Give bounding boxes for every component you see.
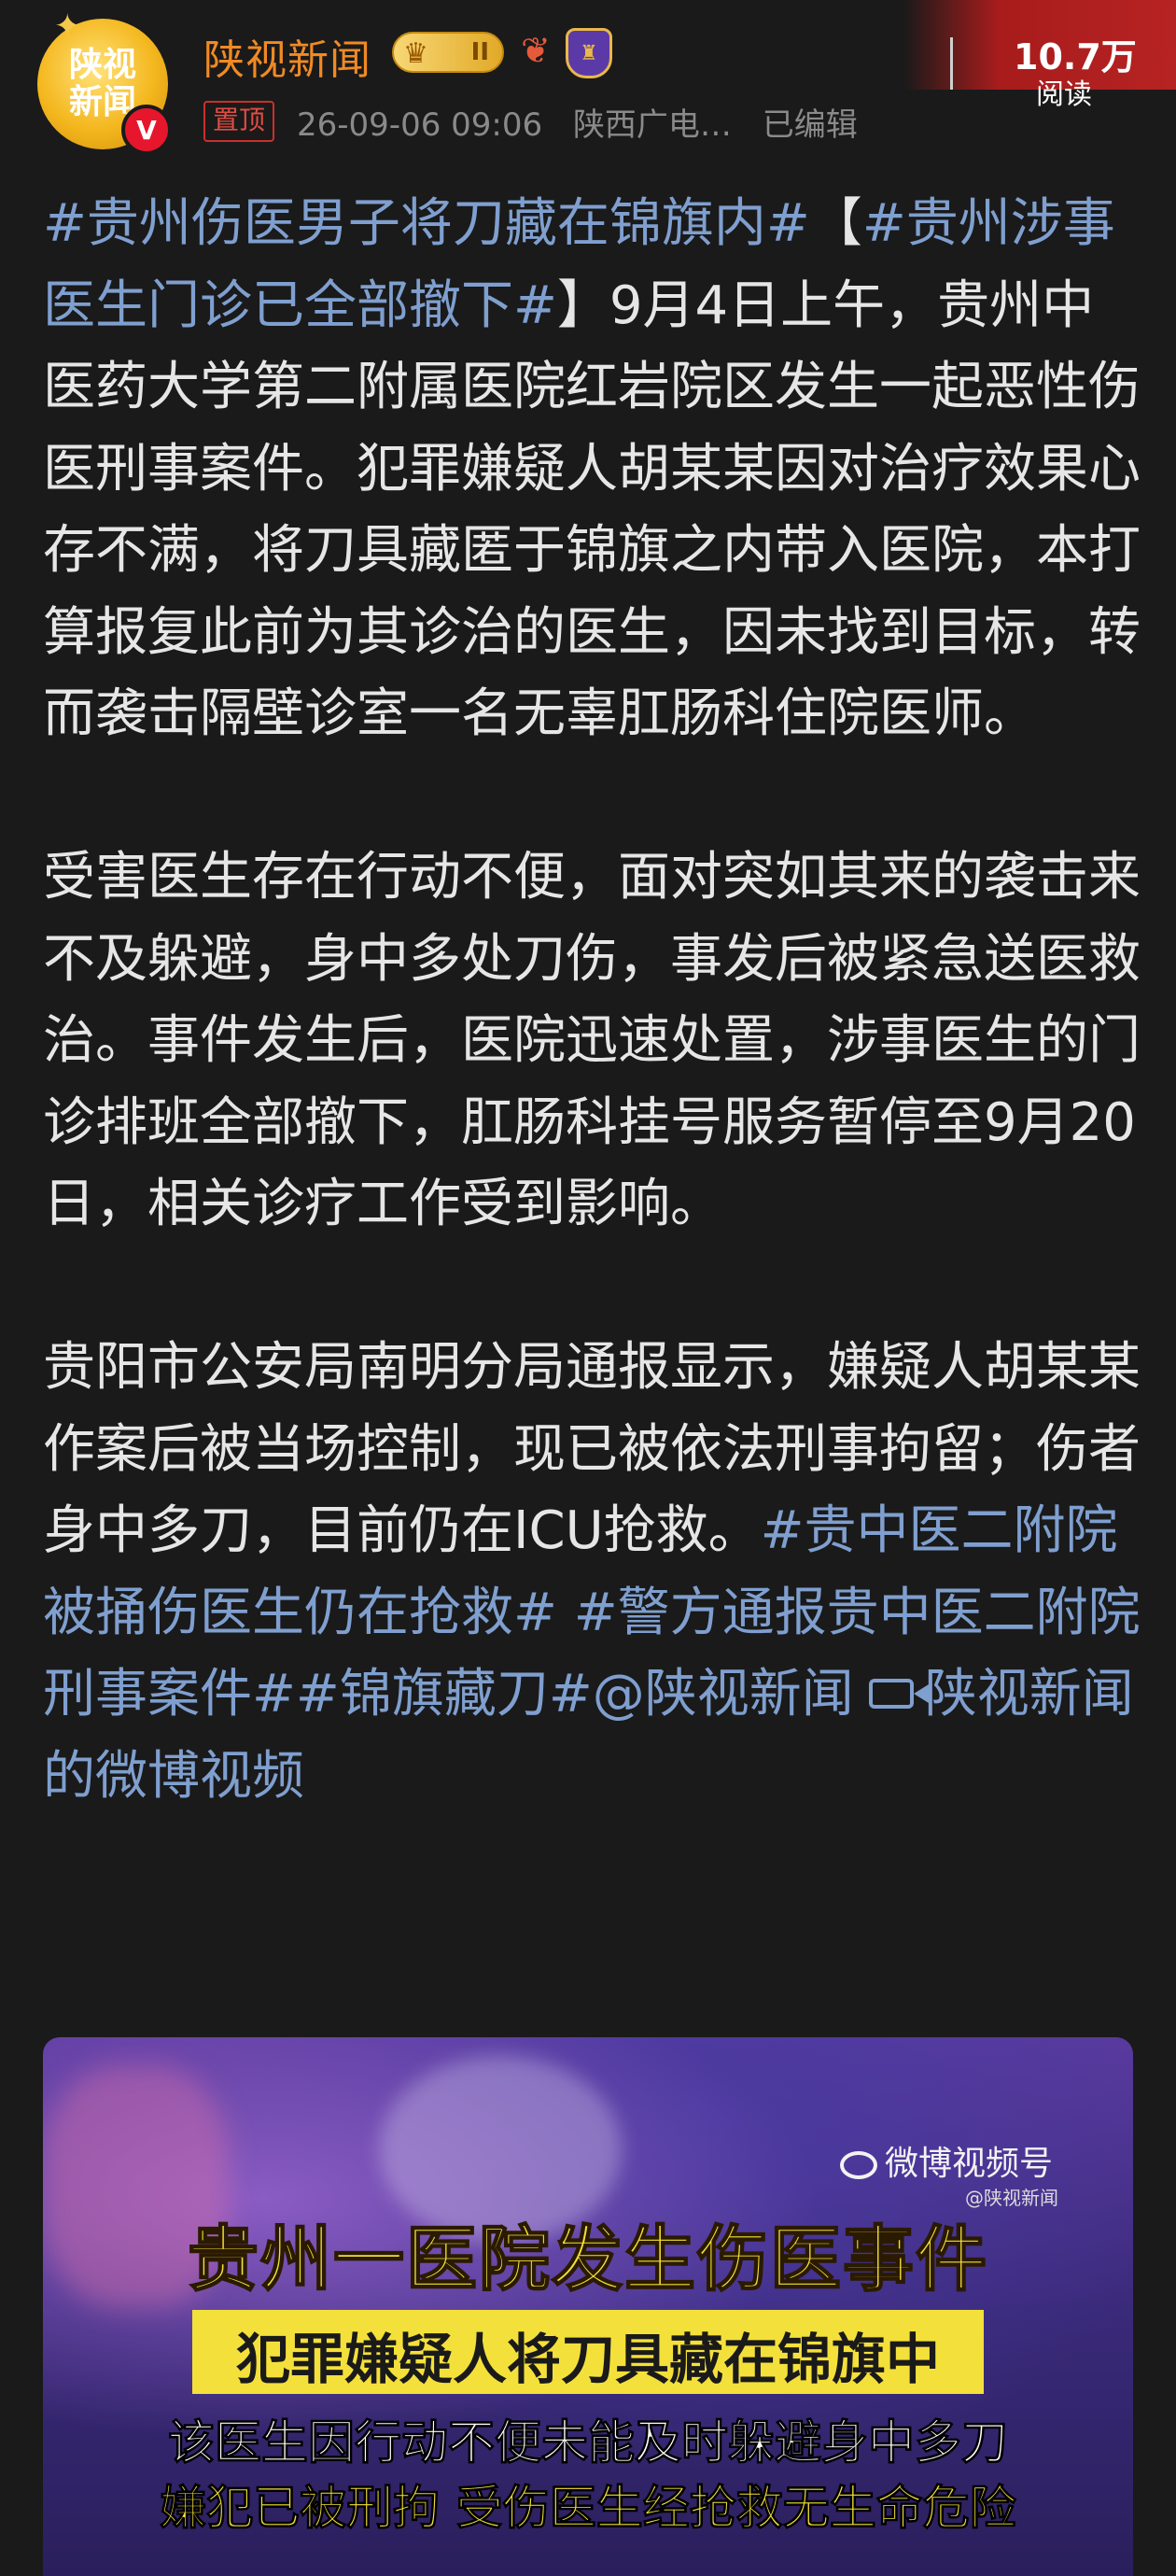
weibo-video-logo: 微博视频号 <box>840 2136 1053 2185</box>
paragraph-2: 受害医生存在行动不便，面对突如其来的袭击来不及躲避，身中多处刀伤，事发后被紧急送… <box>43 837 1144 1246</box>
video-player[interactable]: 微博视频号 @陕视新闻 贵州一医院发生伤医事件 犯罪嫌疑人将刀具藏在锦旗中 该医… <box>43 2037 1133 2576</box>
verified-icon: V <box>121 105 172 155</box>
fire-badge-icon[interactable]: ❦ <box>521 30 551 71</box>
platform-label: 微博视频号 <box>885 2145 1054 2183</box>
video-band: 犯罪嫌疑人将刀具藏在锦旗中 <box>192 2310 984 2394</box>
paragraph-1-text: 9月4日上午，贵州中医药大学第二附属医院红岩院区发生一起恶性伤医刑事案件。犯罪嫌… <box>43 274 1141 745</box>
username[interactable]: 陕视新闻 <box>203 26 371 86</box>
timestamp: 26-09-06 09:06 <box>297 106 543 144</box>
bracket-open: 【 <box>809 193 862 254</box>
level-badge-label: II <box>470 38 489 66</box>
video-title: 贵州一医院发生伤医事件 <box>187 2217 988 2302</box>
avatar-text-line1: 陕视 <box>68 46 136 84</box>
hashtag-link[interactable]: #贵州伤医男子将刀藏在锦旗内# <box>43 193 810 254</box>
crown-icon: ♛ <box>403 37 428 70</box>
paragraph-1: #贵州伤医男子将刀藏在锦旗内#【#贵州涉事医生门诊已全部撤下#】9月4日上午，贵… <box>43 183 1144 755</box>
read-label: 阅读 <box>1036 78 1092 111</box>
post-meta: 26-09-06 09:06 陕西广电… 已编辑 <box>297 99 878 145</box>
mention-link[interactable]: @陕视新闻 <box>593 1664 854 1724</box>
shield-badge-icon[interactable]: ♜ <box>566 28 612 78</box>
video-caption-2: 嫌犯已被刑拘 受伤医生经抢救无生命危险 <box>160 2481 1016 2536</box>
crown-badge-icon[interactable]: ♛ II <box>392 32 504 73</box>
pinned-tag: 置顶 <box>203 101 275 142</box>
divider <box>950 37 953 90</box>
source[interactable]: 陕西广电… <box>573 106 732 144</box>
bracket-close: 】 <box>556 274 609 336</box>
weibo-eye-icon <box>840 2151 877 2179</box>
avatar-decoration-icon: ✦ <box>54 7 81 45</box>
paragraph-2-text: 受害医生存在行动不便，面对突如其来的袭击来不及躲避，身中多处刀伤，事发后被紧急送… <box>43 847 1141 1234</box>
post-body: #贵州伤医男子将刀藏在锦旗内#【#贵州涉事医生门诊已全部撤下#】9月4日上午，贵… <box>43 183 1144 1817</box>
edited-label[interactable]: 已编辑 <box>763 106 858 144</box>
video-band-text: 犯罪嫌疑人将刀具藏在锦旗中 <box>235 2328 940 2391</box>
paragraph-3: 贵阳市公安局南明分局通报显示，嫌疑人胡某某作案后被当场控制，现已被依法刑事拘留；… <box>43 1327 1144 1817</box>
hashtag-link[interactable]: #锦旗藏刀# <box>296 1664 593 1724</box>
video-caption-1: 该医生因行动不便未能及时躲避身中多刀 <box>168 2415 1009 2470</box>
video-camera-icon <box>868 1678 929 1709</box>
post-header: 陕视 新闻 ✦ V 陕视新闻 ♛ II ❦ ♜ 置顶 26-09-06 09:0… <box>0 0 1176 177</box>
